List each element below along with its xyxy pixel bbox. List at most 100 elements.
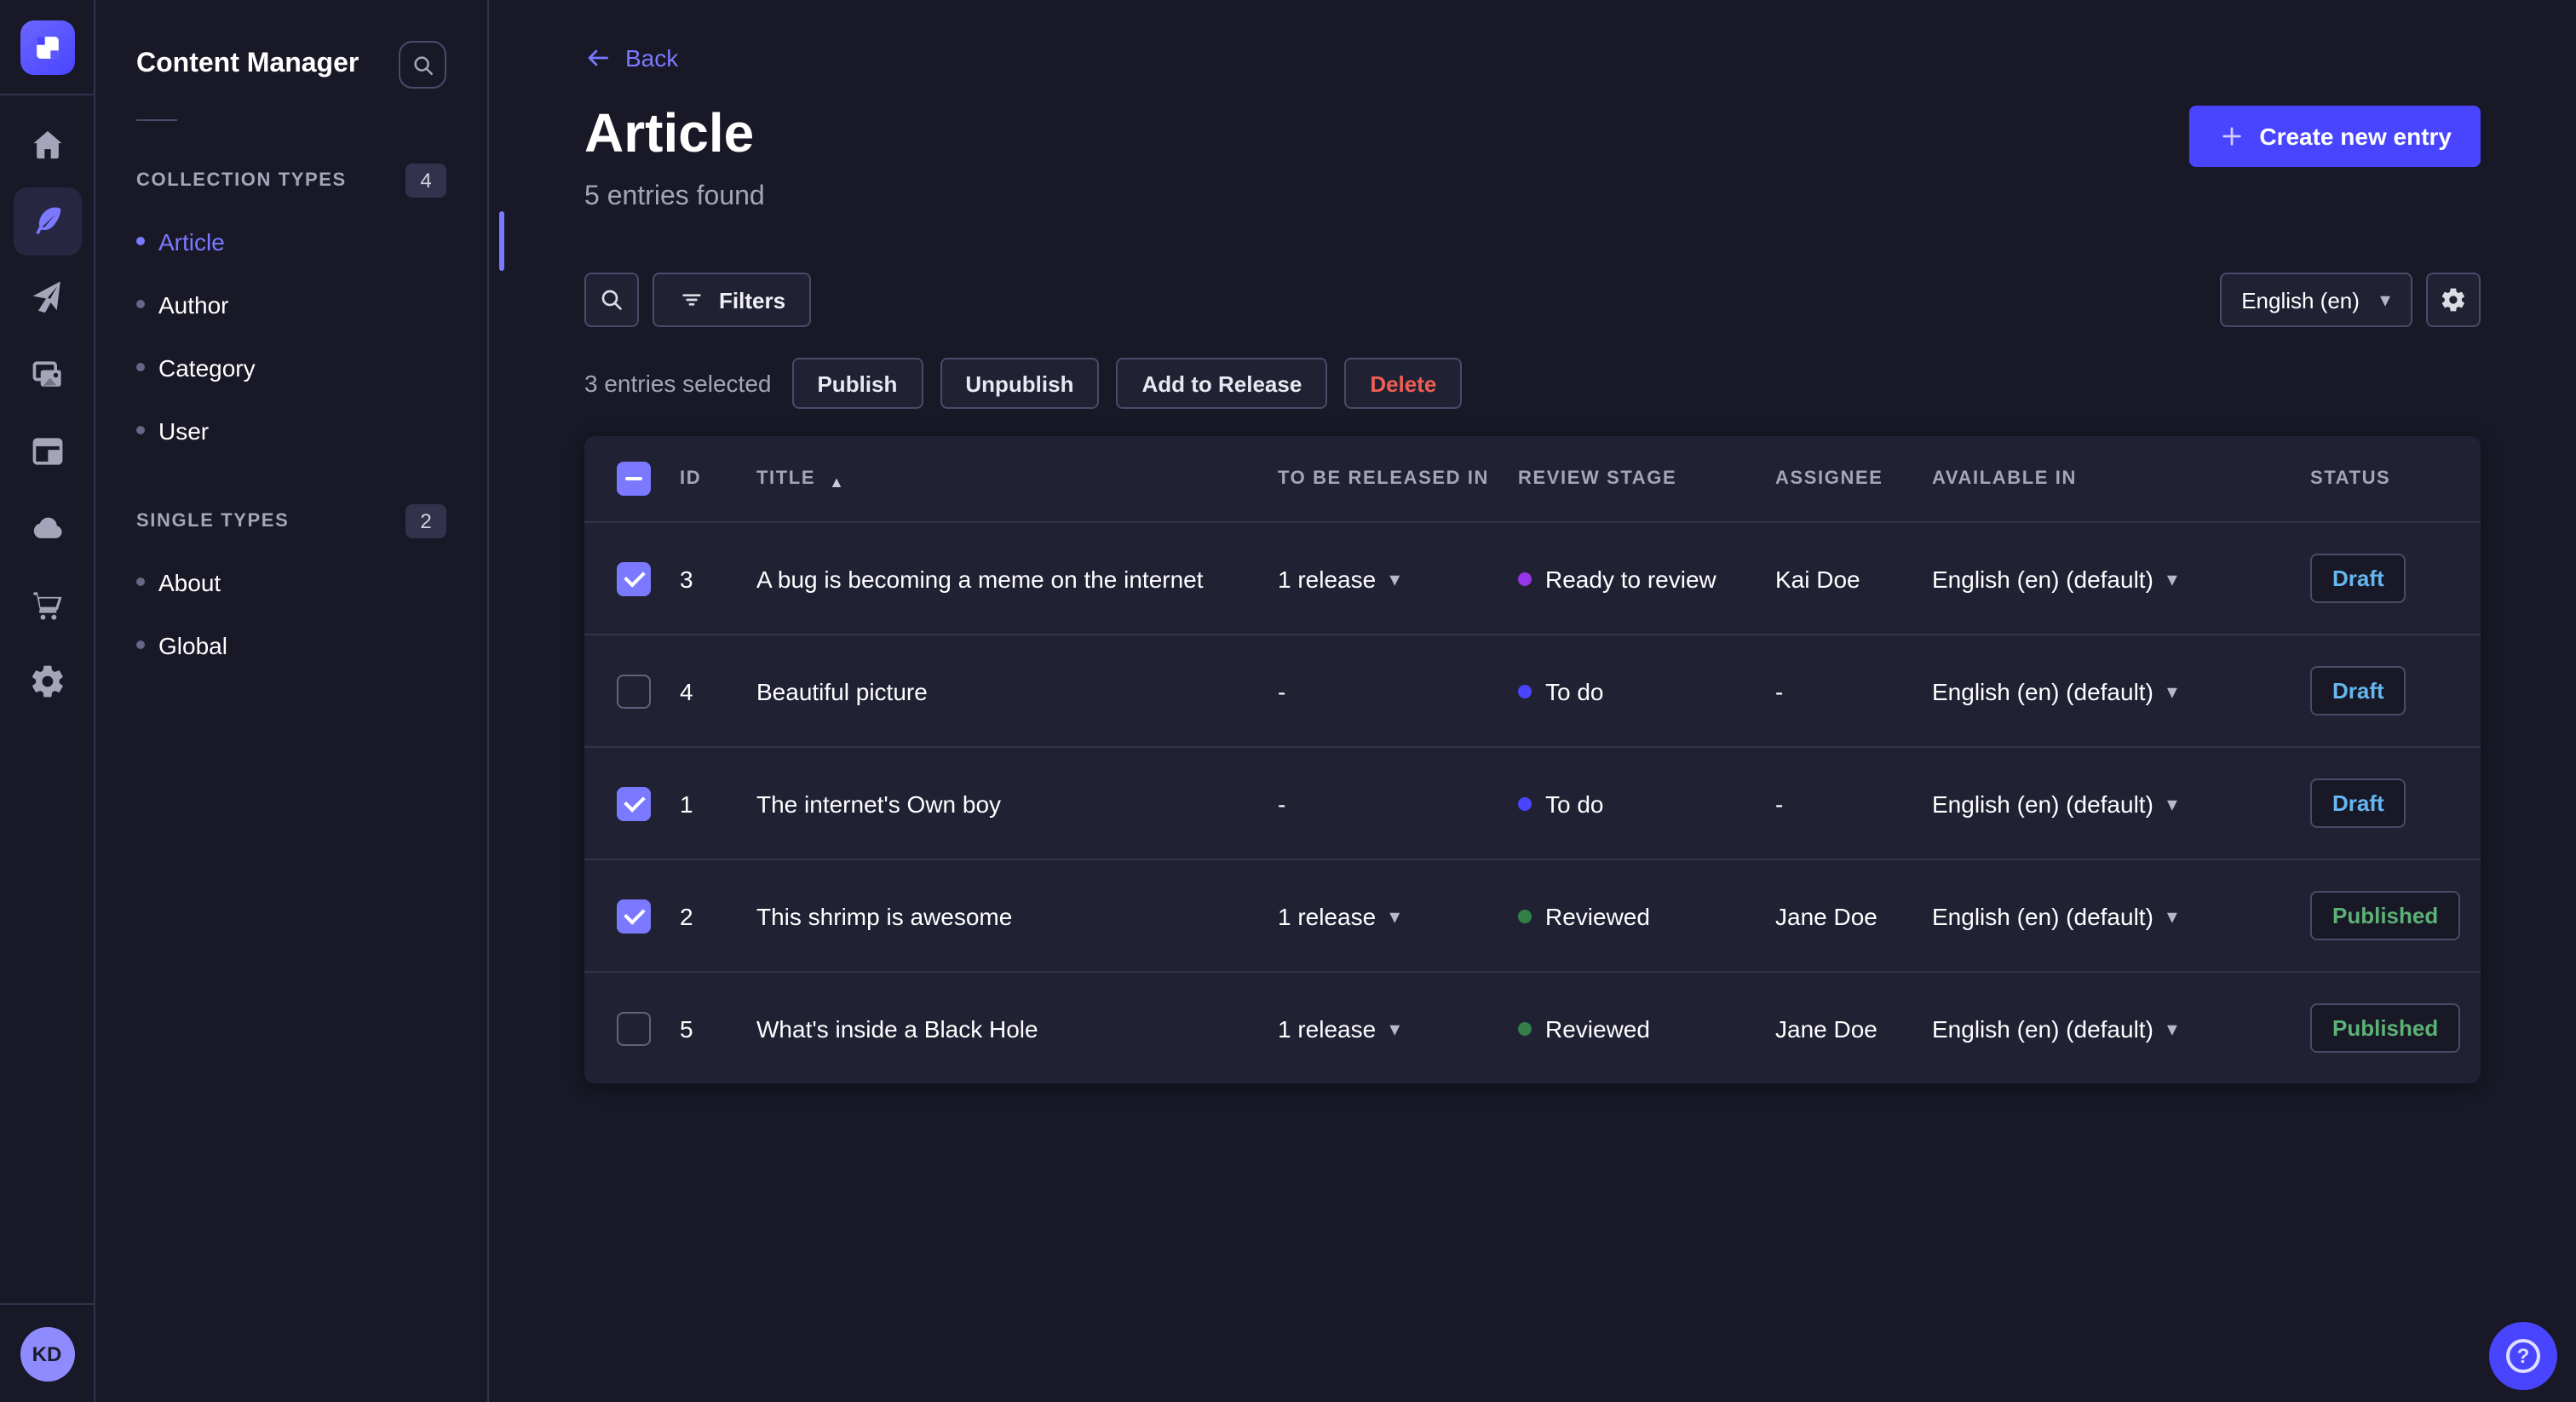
entries-count-text: 5 entries found bbox=[584, 182, 765, 211]
locale-select[interactable]: English (en) bbox=[2219, 273, 2412, 327]
cell-review-stage: Reviewed bbox=[1545, 902, 1650, 929]
rail-divider bbox=[0, 94, 95, 95]
sidebar-item-label: User bbox=[158, 417, 210, 444]
column-header-id[interactable]: ID bbox=[680, 468, 756, 489]
column-header-available-in[interactable]: AVAILABLE IN bbox=[1932, 468, 2310, 489]
sidebar-title: Content Manager bbox=[136, 49, 359, 78]
bullet-icon bbox=[136, 363, 145, 371]
nav-settings-button[interactable] bbox=[13, 647, 81, 715]
nav-cloud-button[interactable] bbox=[13, 494, 81, 562]
row-checkbox[interactable] bbox=[617, 786, 651, 820]
nav-marketplace-button[interactable] bbox=[13, 571, 81, 639]
table-row[interactable]: 5 What's inside a Black Hole 1 release R… bbox=[584, 971, 2481, 1083]
status-badge: Draft bbox=[2310, 666, 2406, 715]
sidebar-item-label: Article bbox=[158, 227, 225, 255]
locale-caret-icon[interactable] bbox=[2167, 1018, 2177, 1038]
cell-title: Beautiful picture bbox=[756, 677, 928, 704]
cell-review-stage: To do bbox=[1545, 790, 1604, 817]
search-button[interactable] bbox=[584, 273, 639, 327]
column-header-status[interactable]: STATUS bbox=[2310, 468, 2479, 489]
release-caret-icon[interactable] bbox=[1389, 905, 1400, 926]
table-row[interactable]: 3 A bug is becoming a meme on the intern… bbox=[584, 521, 2481, 634]
column-header-to-be-released-in[interactable]: TO BE RELEASED IN bbox=[1278, 468, 1518, 489]
filters-button[interactable]: Filters bbox=[653, 273, 812, 327]
publish-button[interactable]: Publish bbox=[791, 358, 923, 409]
back-label: Back bbox=[625, 44, 679, 72]
cell-available-in: English (en) (default) bbox=[1932, 1014, 2153, 1042]
back-link[interactable]: Back bbox=[584, 44, 678, 72]
row-checkbox[interactable] bbox=[617, 899, 651, 933]
release-caret-icon[interactable] bbox=[1389, 568, 1400, 589]
nav-content-manager-button[interactable] bbox=[13, 187, 81, 256]
review-stage-dot bbox=[1518, 909, 1532, 922]
column-header-title[interactable]: TITLE bbox=[756, 468, 815, 489]
cell-released-in: - bbox=[1278, 790, 1286, 817]
question-mark-icon bbox=[2506, 1339, 2540, 1373]
filter-icon bbox=[682, 294, 701, 306]
locale-caret-icon[interactable] bbox=[2167, 905, 2177, 926]
status-badge: Draft bbox=[2310, 554, 2406, 603]
add-to-release-button[interactable]: Add to Release bbox=[1116, 358, 1328, 409]
rail-bottom: KD bbox=[0, 1303, 95, 1402]
section-label-collection-types: COLLECTION TYPES bbox=[136, 170, 347, 191]
row-checkbox[interactable] bbox=[617, 561, 651, 595]
locale-caret-icon[interactable] bbox=[2167, 681, 2177, 701]
cart-icon bbox=[32, 592, 61, 620]
column-header-review-stage[interactable]: REVIEW STAGE bbox=[1518, 468, 1775, 489]
user-avatar[interactable]: KD bbox=[20, 1327, 74, 1382]
sidebar-item-label: Global bbox=[158, 631, 227, 658]
cell-title: A bug is becoming a meme on the internet bbox=[756, 565, 1204, 592]
cell-available-in: English (en) (default) bbox=[1932, 902, 2153, 929]
status-badge: Draft bbox=[2310, 779, 2406, 828]
cell-available-in: English (en) (default) bbox=[1932, 677, 2153, 704]
unpublish-button[interactable]: Unpublish bbox=[940, 358, 1100, 409]
nav-media-library-button[interactable] bbox=[13, 341, 81, 409]
sidebar-item-global[interactable]: Global bbox=[119, 613, 463, 676]
select-all-checkbox[interactable] bbox=[617, 462, 651, 496]
locale-caret-icon[interactable] bbox=[2167, 568, 2177, 589]
cell-released-in: 1 release bbox=[1278, 565, 1377, 592]
locale-caret-icon[interactable] bbox=[2167, 793, 2177, 813]
sidebar-item-user[interactable]: User bbox=[119, 399, 463, 462]
gear-icon bbox=[2441, 288, 2464, 312]
nav-home-button[interactable] bbox=[13, 111, 81, 179]
cell-id: 1 bbox=[680, 790, 693, 817]
sort-ascending-icon[interactable] bbox=[829, 465, 844, 492]
sidebar-divider bbox=[136, 119, 177, 121]
help-button[interactable] bbox=[2489, 1322, 2557, 1390]
sidebar-item-category[interactable]: Category bbox=[119, 336, 463, 399]
row-checkbox[interactable] bbox=[617, 674, 651, 708]
sidebar-item-about[interactable]: About bbox=[119, 550, 463, 613]
sidebar-search-button[interactable] bbox=[399, 41, 446, 89]
cell-title: What's inside a Black Hole bbox=[756, 1014, 1038, 1042]
release-caret-icon[interactable] bbox=[1389, 1018, 1400, 1038]
cell-id: 3 bbox=[680, 565, 693, 592]
sidebar-item-label: Author bbox=[158, 290, 229, 318]
column-header-assignee[interactable]: ASSIGNEE bbox=[1775, 468, 1932, 489]
nav-deploy-button[interactable] bbox=[13, 264, 81, 332]
cell-assignee: - bbox=[1775, 790, 1784, 817]
chevron-down-icon bbox=[2380, 290, 2390, 310]
nav-content-type-builder-button[interactable] bbox=[13, 417, 81, 486]
table-row[interactable]: 2 This shrimp is awesome 1 release Revie… bbox=[584, 859, 2481, 971]
list-toolbar: Filters English (en) bbox=[584, 273, 2481, 327]
cell-id: 4 bbox=[680, 677, 693, 704]
home-icon bbox=[32, 130, 61, 159]
table-row[interactable]: 4 Beautiful picture - To do - English (e… bbox=[584, 634, 2481, 746]
status-badge: Published bbox=[2310, 1003, 2461, 1053]
strapi-logo[interactable] bbox=[20, 20, 74, 75]
sidebar-item-author[interactable]: Author bbox=[119, 273, 463, 336]
create-new-entry-button[interactable]: Create new entry bbox=[2189, 106, 2481, 167]
delete-button[interactable]: Delete bbox=[1344, 358, 1463, 409]
cell-review-stage: To do bbox=[1545, 677, 1604, 704]
cell-assignee: - bbox=[1775, 677, 1784, 704]
row-checkbox[interactable] bbox=[617, 1011, 651, 1045]
view-settings-button[interactable] bbox=[2426, 273, 2481, 327]
search-icon bbox=[413, 55, 432, 74]
arrow-left-icon bbox=[588, 49, 608, 66]
review-stage-dot bbox=[1518, 684, 1532, 698]
sidebar-item-article[interactable]: Article bbox=[119, 210, 504, 273]
gear-icon bbox=[31, 665, 62, 698]
cell-released-in: 1 release bbox=[1278, 1014, 1377, 1042]
table-row[interactable]: 1 The internet's Own boy - To do - Engli… bbox=[584, 746, 2481, 859]
